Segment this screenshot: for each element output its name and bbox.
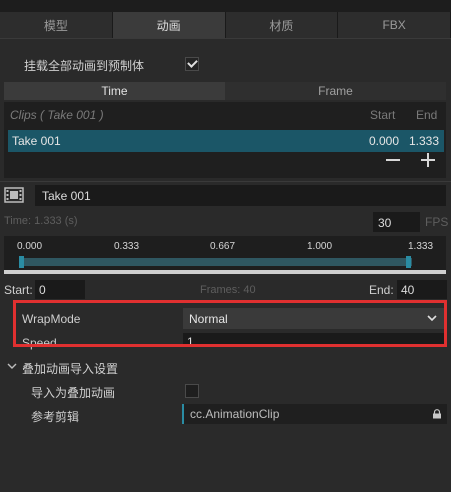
clips-start-header: Start (370, 108, 396, 122)
time-mode-button[interactable]: Time (4, 82, 225, 100)
clip-start: 0.000 (369, 134, 400, 148)
divider (0, 181, 451, 182)
import-additive-label: 导入为叠加动画 (31, 386, 116, 400)
plus-icon (420, 152, 436, 168)
clip-end: 1.333 (409, 134, 440, 148)
frames-count-label: Frames: 40 (200, 284, 256, 296)
start-frame-value: 0 (39, 283, 46, 297)
clips-panel: Clips ( Take 001 ) Start End Take 001 0.… (4, 102, 446, 178)
clip-name-input[interactable]: Take 001 (35, 185, 446, 206)
film-icon (4, 187, 24, 203)
tick-label: 0.667 (210, 241, 236, 252)
clip-name-value: Take 001 (42, 189, 91, 203)
start-label: Start: (4, 283, 33, 297)
clip-timeline[interactable]: 0.000 0.333 0.667 1.000 1.333 (4, 236, 446, 274)
tab-model[interactable]: 模型 (0, 12, 113, 38)
import-additive-checkbox[interactable] (185, 384, 199, 398)
clip-row[interactable]: Take 001 0.000 1.333 (8, 130, 444, 152)
clip-name: Take 001 (12, 134, 61, 148)
chevron-down-icon[interactable] (7, 362, 17, 370)
add-clip-button[interactable] (420, 152, 436, 168)
tick-label: 1.000 (307, 241, 333, 252)
fps-label: FPS (425, 215, 449, 229)
remove-clip-button[interactable] (385, 152, 401, 168)
fps-value: 30 (378, 216, 392, 230)
tick-label: 0.333 (114, 241, 140, 252)
start-frame-input[interactable]: 0 (35, 280, 85, 299)
tab-bar: 模型 动画 材质 FBX (0, 12, 451, 39)
mount-all-label: 挂载全部动画到预制体 (24, 59, 145, 73)
clips-end-header: End (416, 108, 438, 122)
reference-clip-value: cc.AnimationClip (190, 407, 280, 421)
reference-clip-label: 参考剪辑 (31, 410, 80, 424)
reference-clip-field[interactable]: cc.AnimationClip (182, 404, 447, 424)
start-handle[interactable] (19, 256, 24, 268)
tab-fbx[interactable]: FBX (338, 12, 451, 38)
lock-icon (433, 409, 441, 419)
top-strip (0, 0, 451, 12)
end-frame-value: 40 (401, 283, 415, 297)
time-frame-toggle: Time Frame (4, 82, 446, 100)
additive-section-title[interactable]: 叠加动画导入设置 (22, 360, 118, 377)
tab-animation[interactable]: 动画 (112, 12, 226, 38)
tab-material[interactable]: 材质 (225, 12, 339, 38)
clips-header: Clips ( Take 001 ) Start End (4, 102, 446, 126)
highlight-box (13, 300, 447, 347)
tick-label: 1.333 (408, 241, 434, 252)
tick-label: 0.000 (17, 241, 43, 252)
timeline-range-bar (20, 258, 412, 266)
clip-time-label: Time: 1.333 (s) (4, 215, 78, 227)
end-handle[interactable] (406, 256, 411, 268)
mount-all-checkbox[interactable] (185, 57, 199, 71)
fps-input[interactable]: 30 (373, 212, 420, 232)
minus-icon (386, 159, 400, 161)
end-label: End: (369, 283, 394, 297)
clips-title: Clips ( Take 001 ) (10, 108, 104, 122)
frame-mode-button[interactable]: Frame (225, 82, 446, 100)
end-frame-input[interactable]: 40 (397, 280, 447, 299)
timeline-scrollbar[interactable] (4, 270, 446, 274)
